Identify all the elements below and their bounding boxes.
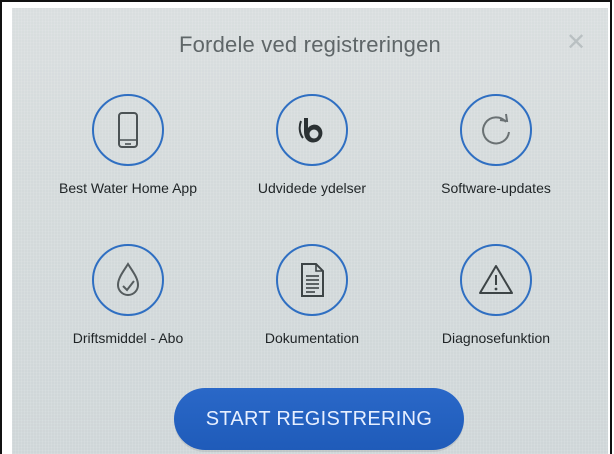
frame-border-top: [0, 0, 612, 2]
feature-icon-circle: [276, 244, 348, 316]
frame-border-right: [610, 0, 612, 454]
feature-label: Udvidede ydelser: [257, 180, 367, 196]
feature-icon-circle: [460, 94, 532, 166]
feature-label: Dokumentation: [264, 330, 360, 346]
feature-label: Software-updates: [441, 180, 551, 196]
feature-udvidede-ydelser[interactable]: Udvidede ydelser: [222, 94, 402, 204]
dialog-title: Fordele ved registreringen: [178, 32, 441, 57]
start-registration-button[interactable]: START REGISTRERING: [174, 388, 464, 450]
feature-diagnosefunktion[interactable]: Diagnosefunktion: [406, 244, 586, 354]
close-icon[interactable]: ✕: [564, 30, 588, 54]
warning-triangle-icon: [479, 265, 513, 294]
frame-border-left: [0, 0, 2, 454]
feature-icon-circle: [460, 244, 532, 316]
device-frame: Fordele ved registreringen ✕ Best Water …: [0, 0, 614, 454]
feature-dokumentation[interactable]: Dokumentation: [222, 244, 402, 354]
feature-label: Best Water Home App: [59, 180, 197, 196]
feature-label: Driftsmiddel - Abo: [72, 330, 184, 346]
smartphone-icon: [118, 112, 138, 148]
droplet-check-icon: [116, 262, 140, 296]
feature-icon-circle: [92, 244, 164, 316]
refresh-icon: [482, 113, 510, 145]
feature-icon-circle: [276, 94, 348, 166]
registration-benefits-dialog: Fordele ved registreringen ✕ Best Water …: [12, 8, 608, 454]
feature-label: Diagnosefunktion: [441, 330, 551, 346]
document-icon: [301, 263, 324, 297]
feature-driftsmiddel-abo[interactable]: Driftsmiddel - Abo: [38, 244, 218, 354]
feature-software-updates[interactable]: Software-updates: [406, 94, 586, 204]
bwt-logo-icon: [298, 118, 323, 143]
feature-icon-circle: [92, 94, 164, 166]
feature-best-water-home-app[interactable]: Best Water Home App: [38, 94, 218, 204]
